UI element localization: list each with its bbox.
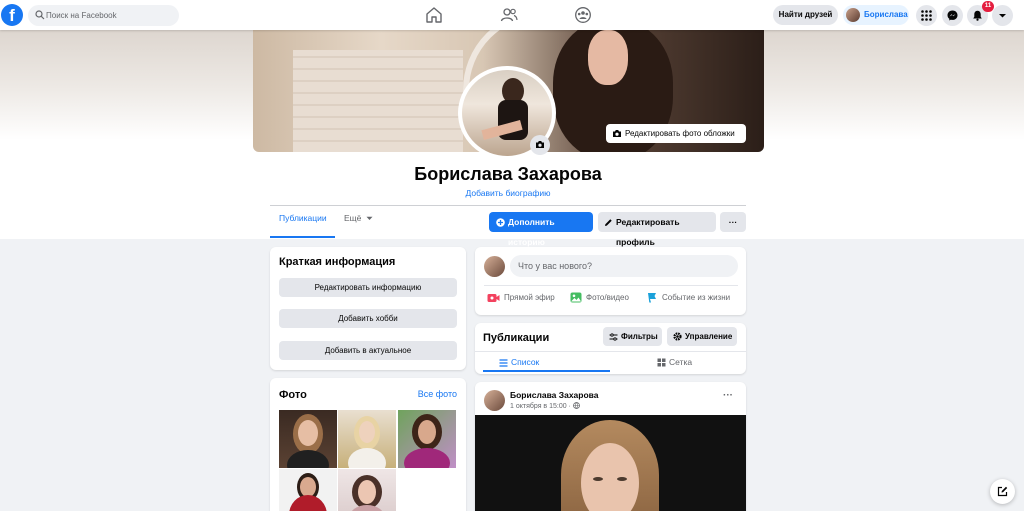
facebook-logo[interactable]: f	[1, 4, 23, 26]
profile-shortcut[interactable]: Борислава	[843, 5, 909, 25]
photo-thumbnail[interactable]	[338, 410, 396, 468]
see-all-photos-link[interactable]: Все фото	[418, 389, 457, 399]
update-profile-picture-button[interactable]	[530, 135, 550, 155]
avatar[interactable]	[484, 390, 505, 411]
manage-posts-button[interactable]: Управление	[667, 327, 737, 346]
camera-icon	[536, 141, 544, 148]
add-featured-button[interactable]: Добавить в актуальное	[279, 341, 457, 360]
list-view-label: Список	[511, 357, 540, 367]
edit-details-button[interactable]: Редактировать информацию	[279, 278, 457, 297]
divider	[270, 205, 746, 206]
more-actions-button[interactable]: ···	[720, 212, 746, 232]
edit-profile-button[interactable]: Редактировать профиль	[598, 212, 716, 247]
add-to-story-button[interactable]: Дополнить историю	[489, 212, 593, 247]
new-message-button[interactable]	[990, 479, 1015, 504]
caret-down-icon	[366, 216, 373, 220]
search-icon	[35, 10, 45, 20]
friends-icon[interactable]	[500, 6, 518, 24]
filters-icon	[609, 332, 618, 341]
life-event-button[interactable]: Событие из жизни	[647, 292, 730, 304]
post-photo[interactable]	[475, 415, 746, 511]
life-event-label: Событие из жизни	[662, 293, 731, 302]
profile-shortcut-label: Борислава	[864, 10, 908, 19]
list-icon	[499, 359, 508, 367]
photo-thumbnail[interactable]	[398, 410, 456, 468]
manage-label: Управление	[685, 332, 733, 341]
post-card: Борислава Захарова 1 октября в 15:00 · ·…	[475, 382, 746, 511]
top-nav: f Найти друзей Борислава 11	[0, 0, 1024, 30]
live-video-button[interactable]: Прямой эфир	[487, 292, 555, 304]
account-menu-button[interactable]	[992, 5, 1013, 26]
menu-button[interactable]	[916, 5, 937, 26]
avatar	[846, 8, 860, 22]
grid-icon	[657, 358, 666, 367]
photo-video-label: Фото/видео	[586, 293, 629, 302]
photos-card: Фото Все фото	[270, 378, 466, 511]
grid-view-label: Сетка	[669, 357, 693, 367]
tab-more[interactable]: Ещё	[344, 213, 373, 223]
messenger-button[interactable]	[942, 5, 963, 26]
tab-posts[interactable]: Публикации	[279, 213, 327, 223]
divider	[475, 351, 746, 352]
intro-title: Краткая информация	[279, 256, 396, 268]
search-box[interactable]	[28, 5, 179, 26]
active-tab-indicator	[270, 236, 335, 238]
photo-thumbnail[interactable]	[338, 469, 396, 511]
bell-icon	[973, 10, 982, 21]
whats-on-your-mind-input[interactable]	[510, 255, 738, 277]
photo-thumbnail[interactable]	[279, 410, 337, 468]
list-view-tab[interactable]: Список	[499, 357, 539, 367]
gear-icon	[673, 332, 682, 341]
groups-icon[interactable]	[574, 6, 592, 24]
flag-icon	[648, 293, 656, 303]
edit-cover-label: Редактировать фото обложки	[625, 129, 735, 138]
find-friends-button[interactable]: Найти друзей	[773, 5, 838, 25]
add-to-story-label: Дополнить историю	[508, 217, 555, 247]
post-timestamp[interactable]: 1 октября в 15:00 ·	[510, 402, 580, 410]
filters-button[interactable]: Фильтры	[603, 327, 662, 346]
camera-icon	[613, 130, 621, 137]
photo-video-button[interactable]: Фото/видео	[570, 292, 629, 304]
compose-icon	[997, 486, 1008, 497]
tab-more-label: Ещё	[344, 213, 362, 223]
posts-section-title: Публикации	[483, 332, 550, 344]
live-video-label: Прямой эфир	[504, 293, 555, 302]
home-icon[interactable]	[425, 6, 443, 24]
live-video-icon	[487, 293, 500, 302]
grid-menu-icon	[921, 10, 932, 21]
add-hobbies-button[interactable]: Добавить хобби	[279, 309, 457, 328]
avatar	[484, 256, 505, 277]
post-options-button[interactable]: ···	[723, 390, 733, 401]
active-view-indicator	[483, 370, 610, 372]
pencil-icon	[605, 218, 612, 226]
filters-label: Фильтры	[621, 332, 658, 341]
chevron-down-icon	[999, 14, 1006, 18]
search-input[interactable]	[46, 5, 174, 26]
divider	[484, 285, 738, 286]
intro-card: Краткая информация Редактировать информа…	[270, 247, 466, 370]
photo-icon	[570, 292, 582, 303]
profile-name: Борислава Захарова	[414, 164, 602, 184]
messenger-icon	[947, 10, 958, 21]
add-bio-link[interactable]: Добавить биографию	[270, 188, 746, 198]
post-date-text: 1 октября в 15:00 ·	[510, 403, 573, 410]
composer-card: Прямой эфир Фото/видео Событие из жизни	[475, 247, 746, 315]
posts-header-card: Публикации Фильтры Управление Список Сет…	[475, 323, 746, 374]
photos-title: Фото	[279, 389, 307, 401]
edit-cover-photo-button[interactable]: Редактировать фото обложки	[606, 124, 746, 143]
post-author[interactable]: Борислава Захарова	[510, 390, 599, 400]
photo-thumbnail[interactable]	[279, 469, 337, 511]
globe-icon	[572, 402, 580, 409]
plus-circle-icon	[496, 217, 505, 227]
edit-profile-label: Редактировать профиль	[616, 217, 680, 247]
grid-view-tab[interactable]: Сетка	[657, 357, 692, 367]
